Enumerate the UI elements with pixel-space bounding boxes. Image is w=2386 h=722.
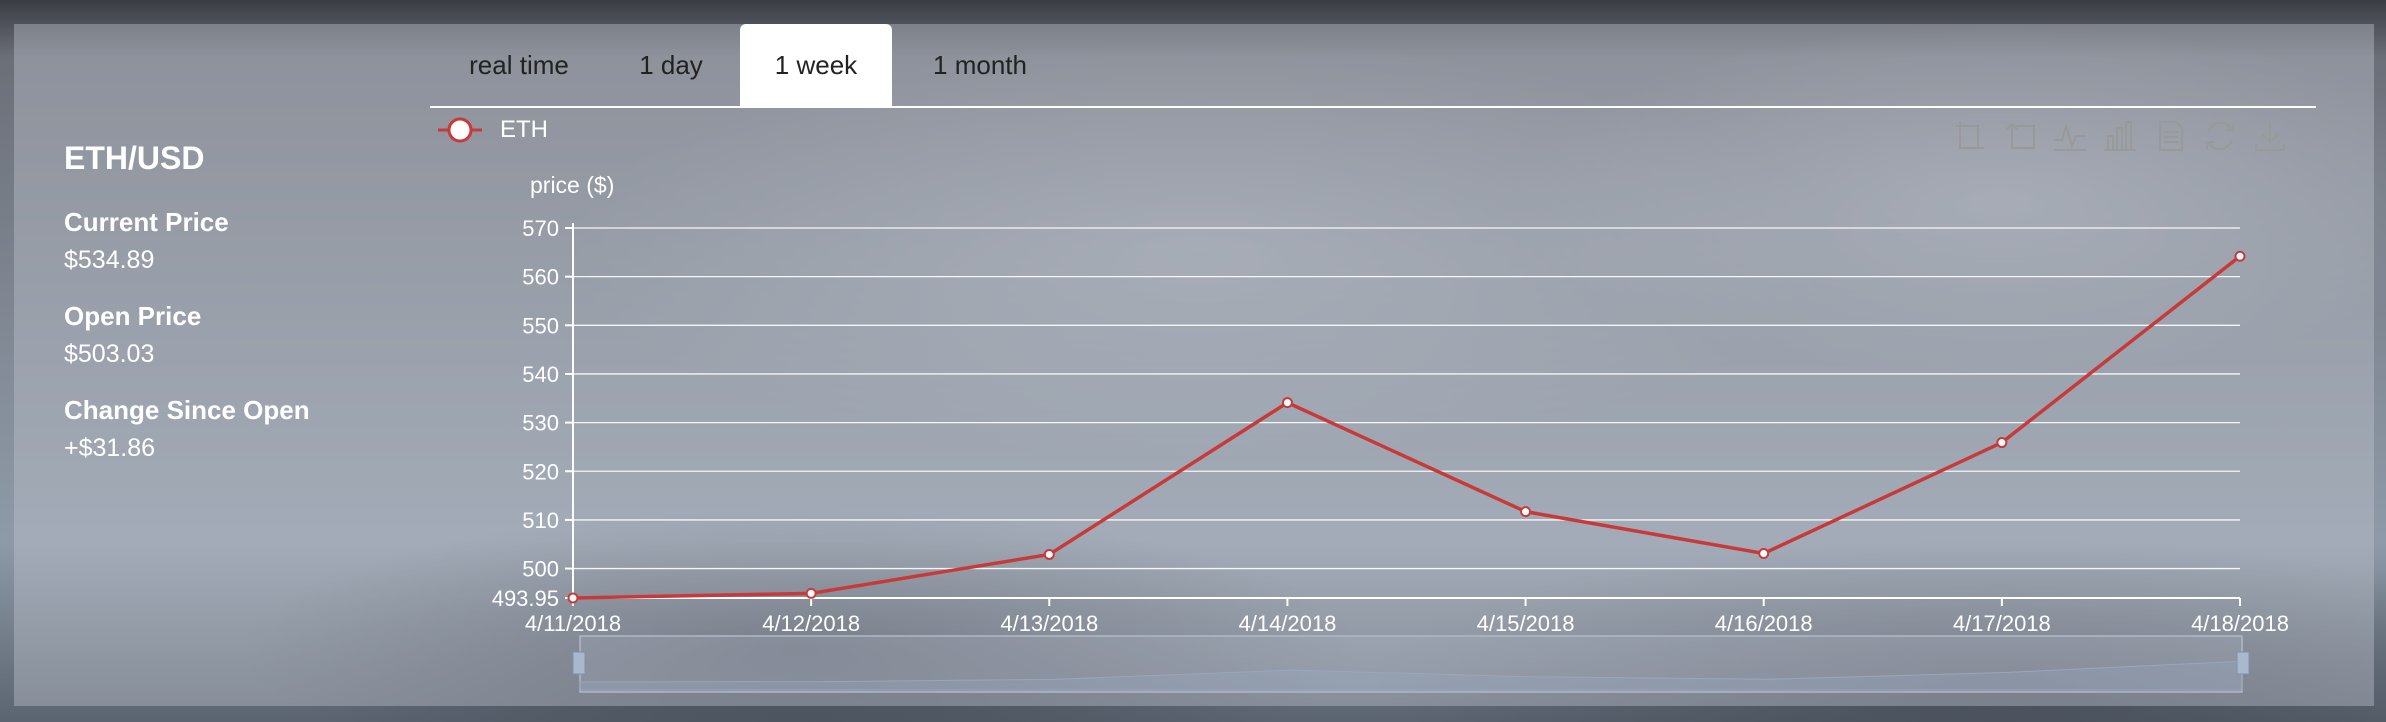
x-tick-label: 4/13/2018 — [1000, 611, 1098, 636]
x-tick-label: 4/17/2018 — [1953, 611, 2051, 636]
y-tick-label: 530 — [522, 411, 559, 436]
data-point — [1281, 397, 1293, 409]
x-tick-label: 4/15/2018 — [1477, 611, 1575, 636]
y-tick-label: 493.95 — [492, 586, 559, 611]
series-line — [572, 254, 2242, 600]
x-axis: 4/11/2018 4/12/2018 4/13/2018 4/14/2018 4/15… — [525, 597, 2289, 636]
data-point — [1996, 437, 2008, 449]
y-tick-label: 520 — [522, 459, 559, 484]
x-tick-label: 4/18/2018 — [2191, 611, 2289, 636]
data-point — [1520, 506, 1532, 518]
eth-series — [567, 250, 2246, 604]
x-tick-label: 4/16/2018 — [1715, 611, 1813, 636]
zoom-handle-left[interactable] — [572, 651, 586, 675]
y-tick-label: 510 — [522, 508, 559, 533]
y-tick-label: 560 — [522, 265, 559, 290]
y-tick-label: 570 — [522, 216, 559, 241]
x-tick-label: 4/14/2018 — [1238, 611, 1336, 636]
y-tick-label: 540 — [522, 362, 559, 387]
grid-lines — [573, 227, 2240, 570]
data-point — [805, 587, 817, 599]
y-axis: 570 560 550 540 530 520 510 500 493.95 — [492, 216, 574, 611]
y-axis-label: price ($) — [530, 172, 614, 198]
data-zoom-slider[interactable] — [572, 635, 2250, 693]
data-point — [567, 592, 579, 604]
data-point — [1758, 547, 1770, 559]
price-chart: price ($) 570 560 550 540 530 520 510 500 493.95… — [492, 172, 2289, 693]
zoom-handle-right[interactable] — [2236, 651, 2250, 675]
y-tick-label: 550 — [522, 313, 559, 338]
data-point — [1043, 548, 1055, 560]
data-point — [2234, 250, 2246, 262]
x-tick-label: 4/11/2018 — [525, 611, 621, 636]
y-tick-label: 500 — [522, 557, 559, 582]
x-tick-label: 4/12/2018 — [762, 611, 860, 636]
